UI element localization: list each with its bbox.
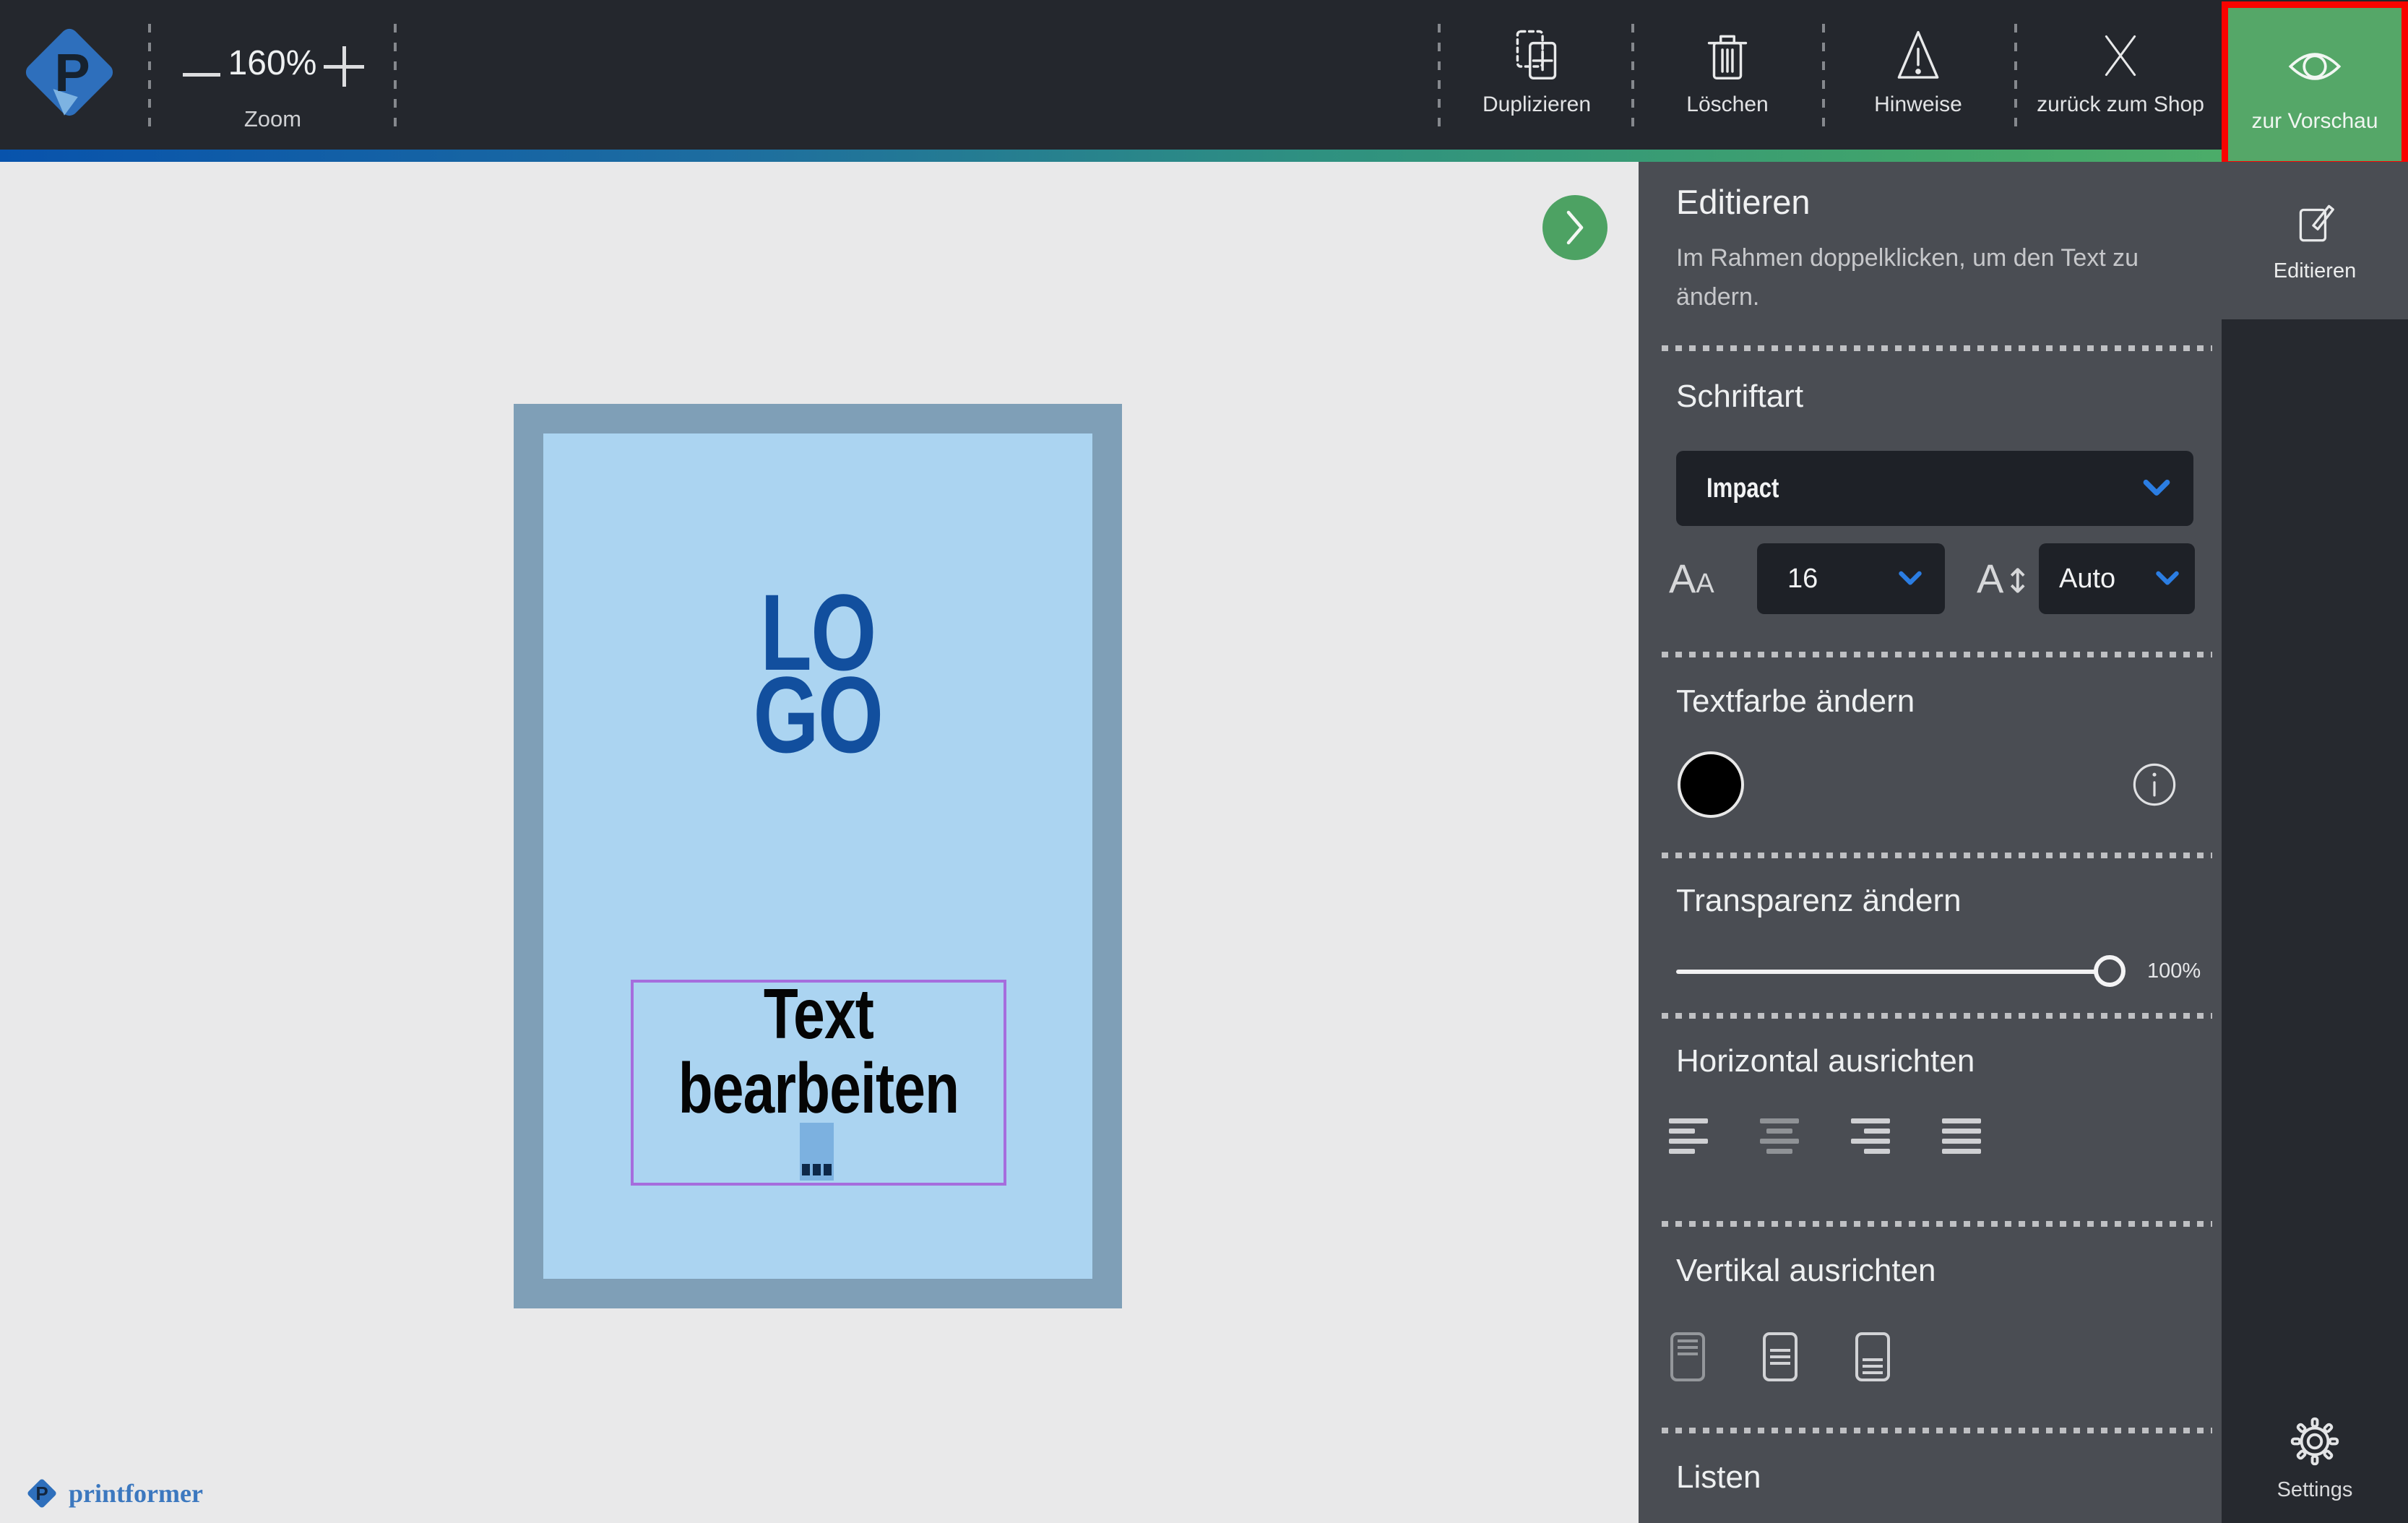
toolbar-separator — [148, 24, 151, 129]
text-line-1: Text — [668, 977, 969, 1051]
back-to-shop-button[interactable]: zurück zum Shop — [2023, 29, 2218, 134]
close-icon — [2094, 29, 2147, 82]
info-icon[interactable] — [2130, 760, 2179, 809]
zoom-in-button[interactable] — [324, 46, 364, 87]
lists-heading: Listen — [1676, 1459, 1761, 1496]
duplicate-icon — [1510, 29, 1563, 82]
transparency-slider-track[interactable] — [1676, 970, 2118, 974]
minus-icon — [183, 73, 220, 77]
delete-label: Löschen — [1686, 92, 1768, 117]
panel-separator — [1662, 345, 2212, 351]
chevron-down-icon — [2141, 478, 2172, 499]
valign-middle-icon[interactable] — [1763, 1332, 1798, 1381]
tool-rail — [2222, 162, 2408, 1523]
brand-diamond-icon: P — [25, 1477, 59, 1510]
transparency-slider-thumb[interactable] — [2094, 955, 2126, 987]
align-left-icon[interactable] — [1669, 1118, 1708, 1155]
line-height-icon: A↕ — [1977, 555, 2032, 602]
printformer-logo[interactable]: P — [29, 30, 116, 120]
halign-heading: Horizontal ausrichten — [1676, 1043, 1975, 1079]
logo-line-2: GO — [604, 673, 1032, 756]
valign-top-icon[interactable] — [1670, 1332, 1705, 1381]
brand-glyph: P — [29, 35, 116, 110]
chevron-down-icon — [1897, 570, 1923, 587]
transparency-heading: Transparenz ändern — [1676, 883, 1962, 919]
trash-icon — [1701, 29, 1754, 82]
logo-placeholder-text[interactable]: LO GO — [543, 591, 1092, 756]
duplicate-button[interactable]: Duplizieren — [1439, 29, 1634, 134]
font-section-heading: Schriftart — [1676, 379, 1803, 415]
preview-button[interactable]: zur Vorschau — [2228, 8, 2401, 161]
next-step-button[interactable] — [1542, 195, 1608, 260]
hints-button[interactable]: Hinweise — [1821, 29, 2016, 134]
halign-buttons — [1669, 1118, 1981, 1155]
hints-label: Hinweise — [1874, 92, 1962, 117]
printformer-editor: P 160% Zoom Duplizieren — [0, 0, 2408, 1523]
back-to-shop-label: zurück zum Shop — [2037, 92, 2204, 117]
transparency-value: 100% — [2147, 959, 2201, 983]
overflow-dot — [824, 1164, 832, 1175]
preview-button-highlight: zur Vorschau — [2222, 1, 2408, 168]
settings-label: Settings — [2277, 1478, 2353, 1502]
zoom-label: Zoom — [217, 106, 329, 132]
panel-title: Editieren — [1676, 182, 1811, 222]
panel-separator — [1662, 1013, 2212, 1019]
zoom-level-value: 160% — [225, 43, 319, 83]
font-family-value: Impact — [1706, 473, 1779, 504]
font-family-select[interactable]: Impact — [1676, 451, 2193, 526]
chevron-right-icon — [1542, 195, 1608, 260]
align-center-icon[interactable] — [1760, 1118, 1799, 1155]
text-line-2: bearbeiten — [668, 1051, 969, 1126]
warning-triangle-icon — [1891, 29, 1945, 82]
zoom-out-button[interactable] — [183, 64, 220, 85]
preview-label: zur Vorschau — [2251, 109, 2378, 134]
line-height-select[interactable]: Auto — [2039, 543, 2195, 614]
editable-text[interactable]: Text bearbeiten — [631, 977, 1006, 1126]
panel-separator — [1662, 853, 2212, 858]
overflow-dot — [802, 1164, 810, 1175]
color-swatch-black[interactable] — [1678, 751, 1744, 818]
chevron-down-icon — [2154, 570, 2180, 587]
edit-icon — [2291, 199, 2339, 246]
align-right-icon[interactable] — [1851, 1118, 1890, 1155]
align-justify-icon[interactable] — [1942, 1118, 1981, 1155]
font-size-icon: AA — [1669, 555, 1714, 602]
footer-brand[interactable]: P printformer — [25, 1477, 203, 1510]
text-color-heading: Textfarbe ändern — [1676, 683, 1915, 720]
eye-icon — [2284, 35, 2346, 98]
gradient-progress-bar — [0, 150, 2408, 162]
valign-heading: Vertikal ausrichten — [1676, 1253, 1936, 1289]
gear-icon — [2288, 1415, 2342, 1468]
font-size-value: 16 — [1757, 564, 1897, 595]
overflow-dot — [813, 1164, 821, 1175]
duplicate-label: Duplizieren — [1483, 92, 1591, 117]
text-overflow-indicator[interactable] — [800, 1123, 834, 1181]
edit-panel — [1639, 162, 2222, 1523]
top-toolbar: P 160% Zoom Duplizieren — [0, 0, 2408, 150]
font-size-select[interactable]: 16 — [1757, 543, 1945, 614]
tab-editieren[interactable]: Editieren — [2222, 162, 2408, 319]
brand-wordmark: printformer — [69, 1478, 203, 1509]
panel-separator — [1662, 652, 2212, 657]
panel-separator — [1662, 1221, 2212, 1227]
panel-subtitle: Im Rahmen doppelklicken, um den Text zu … — [1676, 238, 2160, 316]
tab-editieren-label: Editieren — [2274, 259, 2356, 283]
settings-button[interactable]: Settings — [2222, 1393, 2408, 1523]
panel-separator — [1662, 1428, 2212, 1433]
line-height-value: Auto — [2039, 564, 2154, 595]
delete-button[interactable]: Löschen — [1630, 29, 1825, 134]
toolbar-separator — [394, 24, 397, 129]
valign-buttons — [1670, 1332, 1890, 1381]
valign-bottom-icon[interactable] — [1855, 1332, 1890, 1381]
